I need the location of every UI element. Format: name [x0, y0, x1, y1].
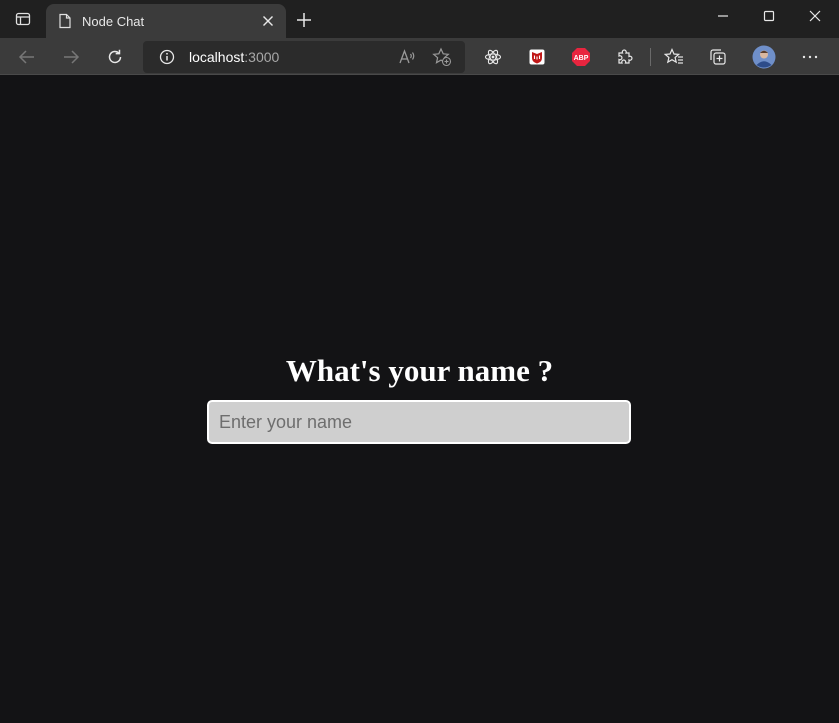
tab-node-chat[interactable]: Node Chat	[46, 4, 286, 38]
avatar-icon	[752, 45, 776, 69]
page-icon	[59, 13, 71, 29]
browser-toolbar: localhost:3000 ABP	[0, 38, 839, 75]
close-icon	[263, 16, 273, 26]
extensions-button[interactable]	[609, 41, 641, 73]
back-arrow-icon	[18, 50, 34, 64]
abp-icon: ABP	[572, 48, 590, 66]
puzzle-icon	[618, 49, 633, 64]
tab-title: Node Chat	[82, 13, 145, 29]
minimize-icon	[718, 15, 728, 17]
read-aloud-button[interactable]	[391, 41, 423, 73]
mcafee-button[interactable]	[521, 41, 553, 73]
info-icon[interactable]	[159, 49, 175, 65]
minimize-button[interactable]	[700, 0, 746, 32]
url-port: :3000	[244, 49, 280, 65]
url-text[interactable]: localhost:3000	[189, 49, 279, 65]
forward-button[interactable]	[55, 41, 87, 73]
tab-close-button[interactable]	[256, 9, 280, 33]
tab-actions-icon	[15, 12, 31, 26]
adblock-button[interactable]: ABP	[565, 41, 597, 73]
abp-label: ABP	[574, 55, 589, 62]
add-favorite-icon	[432, 47, 452, 67]
forward-arrow-icon	[64, 50, 80, 64]
maximize-button[interactable]	[746, 0, 792, 32]
maximize-icon	[763, 10, 775, 22]
url-host: localhost	[189, 49, 245, 65]
refresh-button[interactable]	[99, 41, 131, 73]
name-prompt-heading: What's your name ?	[285, 353, 554, 388]
refresh-icon	[108, 49, 122, 64]
mcafee-icon	[529, 49, 545, 65]
collections-icon	[710, 49, 726, 65]
new-tab-button[interactable]	[290, 6, 318, 34]
add-favorite-button[interactable]	[426, 41, 458, 73]
favorites-icon	[664, 48, 683, 64]
name-input[interactable]	[207, 400, 631, 444]
page-content: What's your name ?	[0, 75, 839, 723]
favorites-button[interactable]	[658, 41, 690, 73]
profile-button[interactable]	[748, 41, 780, 73]
react-devtools-button[interactable]	[477, 41, 509, 73]
more-button[interactable]	[794, 41, 826, 73]
close-icon	[809, 10, 821, 22]
collections-button[interactable]	[702, 41, 734, 73]
window-close-button[interactable]	[792, 0, 838, 32]
address-bar[interactable]: localhost:3000	[143, 41, 465, 73]
plus-icon	[297, 13, 311, 27]
back-button[interactable]	[11, 41, 43, 73]
more-icon	[802, 55, 818, 59]
react-icon	[484, 49, 502, 65]
toolbar-separator	[650, 48, 651, 66]
tab-actions-button[interactable]	[0, 0, 46, 38]
read-aloud-icon	[399, 49, 415, 64]
browser-titlebar: Node Chat	[0, 0, 839, 38]
